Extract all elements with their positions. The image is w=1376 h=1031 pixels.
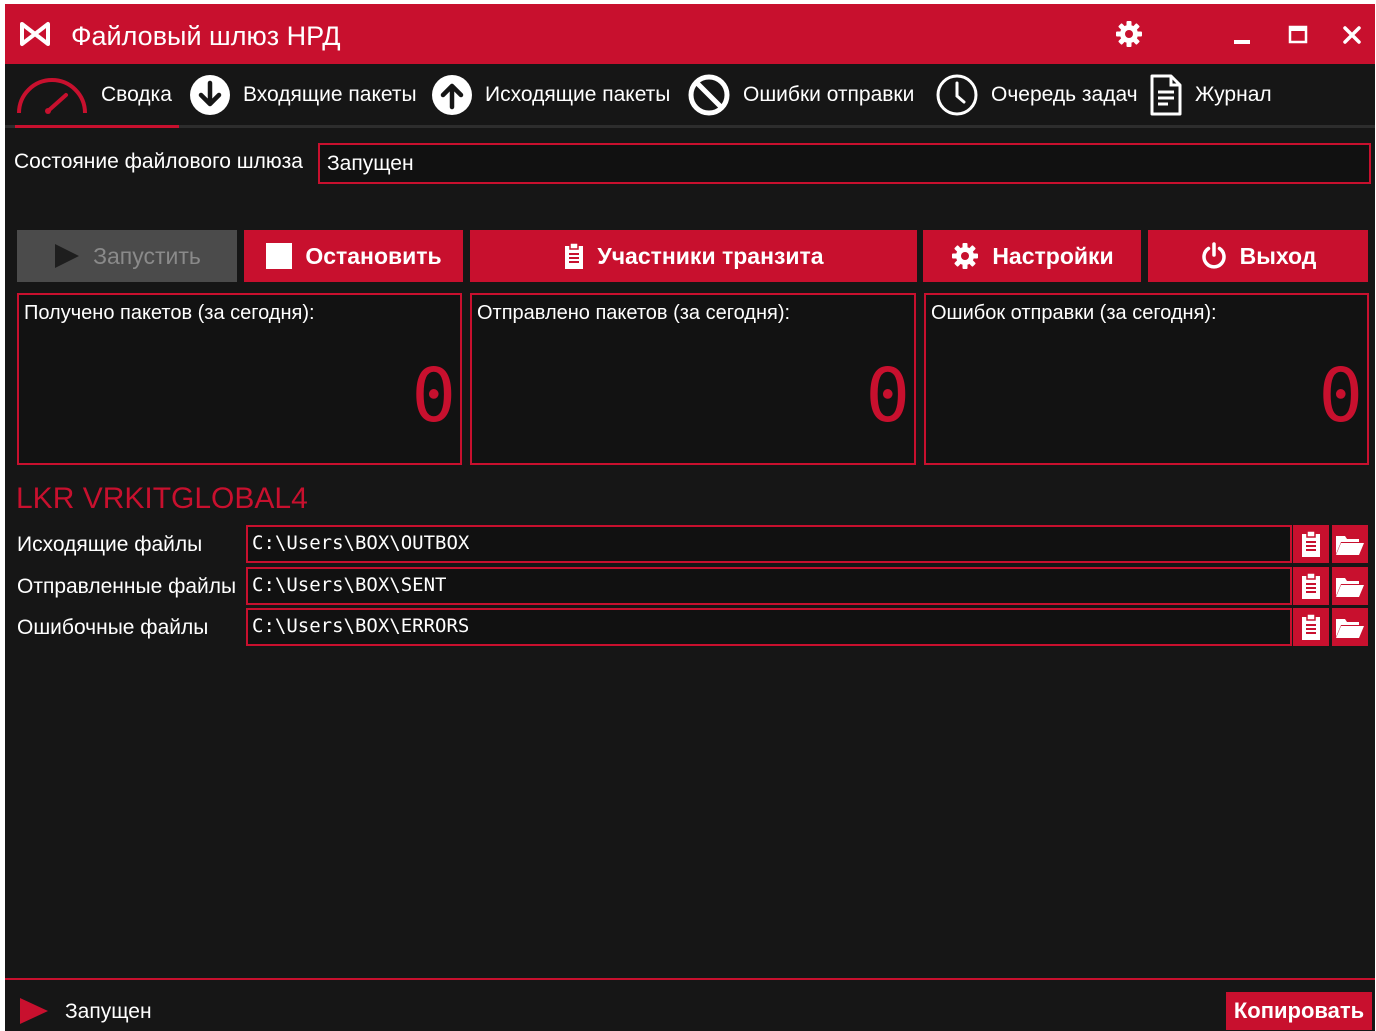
participant-code-title: LKR VRKITGLOBAL4 <box>16 482 308 515</box>
settings-button[interactable]: Настройки <box>923 230 1141 282</box>
gateway-state-label: Состояние файлового шлюза <box>14 150 303 173</box>
gateway-state-field[interactable]: Запущен <box>318 143 1371 184</box>
browse-outgoing-folder-button[interactable] <box>1332 525 1368 563</box>
minimize-button[interactable] <box>1227 20 1257 50</box>
stop-button[interactable]: Остановить <box>244 230 463 282</box>
clipboard-icon <box>1302 572 1320 599</box>
app-window: Файловый шлюз НРД Сводка Входящие пакеты… <box>5 4 1375 1031</box>
copy-button[interactable]: Копировать <box>1226 992 1372 1030</box>
stop-button-label: Остановить <box>305 242 442 269</box>
settings-label: Настройки <box>992 242 1114 269</box>
send-errors-panel: Ошибок отправки (за сегодня): 0 <box>924 293 1369 465</box>
browse-sent-folder-button[interactable] <box>1332 567 1368 605</box>
maximize-button[interactable] <box>1283 20 1313 50</box>
stat-label: Ошибок отправки (за сегодня): <box>931 302 1217 324</box>
tab-label: Сводка <box>101 82 172 106</box>
browse-errors-folder-button[interactable] <box>1332 608 1368 646</box>
gauge-icon <box>17 77 87 114</box>
folder-open-icon <box>1336 578 1364 597</box>
exit-button[interactable]: Выход <box>1148 230 1368 282</box>
tab-label: Очередь задач <box>991 82 1138 106</box>
tab-label: Исходящие пакеты <box>485 82 671 106</box>
tab-label: Ошибки отправки <box>743 82 915 106</box>
clipboard-icon <box>563 242 585 270</box>
nav-tabs: Сводка Входящие пакеты Исходящие пакеты … <box>5 64 1375 128</box>
tab-label: Входящие пакеты <box>243 82 417 106</box>
arrow-down-circle-icon <box>190 74 230 115</box>
error-files-label: Ошибочные файлы <box>17 616 209 639</box>
tab-incoming[interactable]: Входящие пакеты <box>189 64 417 125</box>
gear-icon[interactable] <box>1114 19 1144 49</box>
tab-summary[interactable]: Сводка <box>15 64 179 128</box>
close-button[interactable] <box>1337 20 1367 50</box>
status-bar: Запущен Копировать <box>5 978 1375 1031</box>
sent-packets-panel: Отправлено пакетов (за сегодня): 0 <box>470 293 916 465</box>
play-icon <box>53 242 81 270</box>
stat-label: Получено пакетов (за сегодня): <box>24 302 315 324</box>
stat-value: 0 <box>865 353 910 439</box>
window-title: Файловый шлюз НРД <box>71 21 341 51</box>
stop-icon <box>265 242 293 270</box>
sent-files-label: Отправленные файлы <box>17 575 237 598</box>
status-text: Запущен <box>65 1000 152 1023</box>
folder-open-icon <box>1336 536 1364 555</box>
start-button[interactable]: Запустить <box>17 230 237 282</box>
outgoing-files-label: Исходящие файлы <box>17 533 203 556</box>
transit-participants-button[interactable]: Участники транзита <box>470 230 917 282</box>
copy-errors-path-button[interactable] <box>1293 608 1329 646</box>
stat-value: 0 <box>411 353 456 439</box>
arrow-up-circle-icon <box>432 74 472 115</box>
gear-icon <box>950 241 980 271</box>
start-button-label: Запустить <box>93 242 201 269</box>
nsd-logo-icon <box>20 22 50 46</box>
stat-label: Отправлено пакетов (за сегодня): <box>477 302 791 324</box>
tab-journal[interactable]: Журнал <box>1149 64 1272 125</box>
tab-outgoing[interactable]: Исходящие пакеты <box>431 64 670 125</box>
copy-sent-path-button[interactable] <box>1293 567 1329 605</box>
clipboard-icon <box>1302 530 1320 557</box>
received-packets-panel: Получено пакетов (за сегодня): 0 <box>17 293 462 465</box>
copy-outgoing-path-button[interactable] <box>1293 525 1329 563</box>
no-entry-icon <box>688 74 730 115</box>
tab-task-queue[interactable]: Очередь задач <box>935 64 1138 125</box>
tab-send-errors[interactable]: Ошибки отправки <box>687 64 914 125</box>
tab-label: Журнал <box>1195 82 1272 106</box>
error-files-field[interactable]: C:\Users\BOX\ERRORS <box>246 608 1292 646</box>
title-bar[interactable]: Файловый шлюз НРД <box>5 4 1375 64</box>
transit-participants-label: Участники транзита <box>597 242 824 269</box>
folder-open-icon <box>1336 619 1364 638</box>
clipboard-icon <box>1302 613 1320 640</box>
document-icon <box>1150 74 1182 115</box>
power-icon <box>1200 242 1228 270</box>
clock-icon <box>936 74 978 115</box>
exit-label: Выход <box>1239 242 1317 269</box>
sent-files-field[interactable]: C:\Users\BOX\SENT <box>246 567 1292 605</box>
outgoing-files-field[interactable]: C:\Users\BOX\OUTBOX <box>246 525 1292 563</box>
play-status-icon <box>20 998 48 1024</box>
stat-value: 0 <box>1318 353 1363 439</box>
